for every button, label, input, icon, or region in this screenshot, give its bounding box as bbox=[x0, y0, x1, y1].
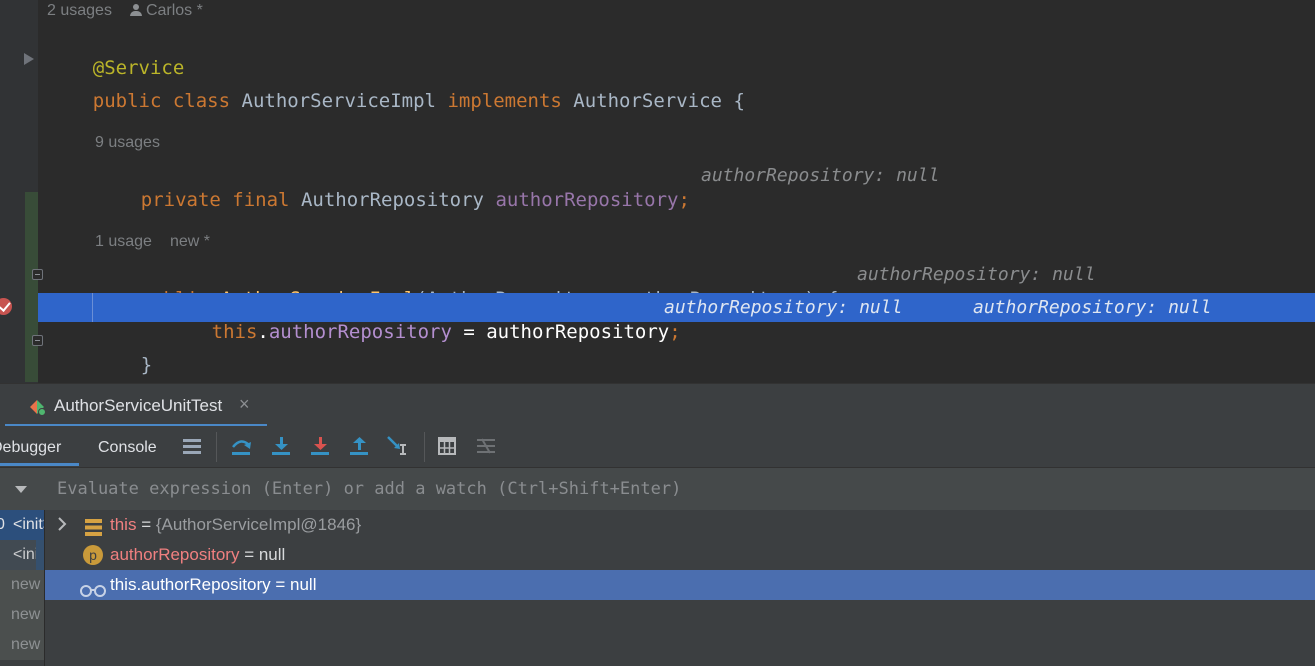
inline-debug-value: authorRepository: null bbox=[701, 165, 940, 186]
tab-console[interactable]: Console bbox=[98, 439, 157, 457]
variable-name: authorRepository bbox=[110, 545, 240, 564]
field-token: authorRepository bbox=[268, 321, 452, 343]
show-frames-icon[interactable] bbox=[180, 434, 204, 458]
changed-lines-marker bbox=[25, 192, 38, 382]
run-gutter-icon[interactable] bbox=[24, 53, 34, 65]
code-editor[interactable]: 2 usages Carlos * @Service public class A… bbox=[0, 0, 1315, 383]
code-line-assignment: this.authorRepository = authorRepository… bbox=[143, 296, 681, 368]
editor-gutter[interactable] bbox=[0, 0, 43, 383]
frame-label: new bbox=[11, 636, 41, 653]
step-into-icon[interactable] bbox=[269, 434, 293, 458]
frame-label: new bbox=[11, 576, 41, 593]
parameter-icon: p bbox=[83, 545, 103, 565]
keyword-implements: implements bbox=[447, 90, 562, 112]
frame-label: <init> bbox=[13, 516, 44, 533]
expand-chevron-icon[interactable] bbox=[57, 510, 67, 540]
keyword-this: this bbox=[211, 321, 258, 343]
frame-index: 0 bbox=[0, 510, 5, 540]
close-tab-icon[interactable]: × bbox=[239, 394, 250, 415]
semicolon-token: ; bbox=[678, 189, 690, 211]
variable-equals: = bbox=[136, 515, 156, 534]
user-icon bbox=[129, 4, 142, 16]
tab-debugger[interactable]: Debugger bbox=[0, 439, 61, 457]
usages-hint-text[interactable]: 9 usages bbox=[95, 134, 160, 151]
class-name-token: AuthorServiceImpl bbox=[241, 90, 436, 112]
variable-row[interactable]: this = {AuthorServiceImpl@1846} bbox=[45, 510, 1315, 540]
variables-tree[interactable]: this = {AuthorServiceImpl@1846} p author… bbox=[45, 510, 1315, 666]
inline-debug-value: authorRepository: null bbox=[857, 264, 1096, 285]
keyword-class: class bbox=[172, 90, 231, 112]
semicolon-token: ; bbox=[669, 321, 681, 343]
run-tab-bar: AuthorServiceUnitTest × bbox=[0, 383, 1315, 427]
keyword-public: public bbox=[92, 90, 162, 112]
interface-name-token: AuthorService bbox=[573, 90, 722, 112]
author-hint-text[interactable]: Carlos * bbox=[146, 2, 203, 19]
watch-expression-bar bbox=[0, 468, 1315, 511]
toolbar-separator bbox=[216, 432, 217, 462]
type-token: AuthorRepository bbox=[300, 189, 484, 211]
run-tab-label: AuthorServiceUnitTest bbox=[54, 396, 223, 415]
frame-item[interactable]: new bbox=[0, 630, 44, 660]
expand-dropdown-icon[interactable] bbox=[15, 486, 27, 493]
breakpoint-icon[interactable] bbox=[0, 298, 12, 315]
frame-item[interactable]: new bbox=[0, 570, 44, 600]
code-line-field: private final AuthorRepository authorRep… bbox=[95, 164, 690, 236]
force-step-into-icon[interactable] bbox=[308, 434, 332, 458]
run-to-cursor-icon[interactable] bbox=[386, 434, 410, 458]
inline-debug-value: authorRepository: null bbox=[664, 297, 903, 318]
watch-row[interactable]: this.authorRepository = null bbox=[45, 570, 1315, 600]
usages-hint-text[interactable]: 2 usages bbox=[47, 2, 112, 19]
frames-list[interactable]: 0 <init> <init> new new new bbox=[0, 510, 45, 666]
usages-hint-text[interactable]: 1 usage bbox=[95, 233, 152, 250]
frame-item[interactable]: new bbox=[0, 600, 44, 630]
step-out-icon[interactable] bbox=[347, 434, 371, 458]
execution-point-highlight: this.authorRepository = authorRepository… bbox=[38, 293, 1315, 343]
step-over-icon[interactable] bbox=[229, 434, 253, 458]
variable-equals: = bbox=[239, 545, 259, 564]
frame-scroll-indicator bbox=[36, 540, 44, 570]
junit-test-icon bbox=[30, 400, 46, 416]
frame-item[interactable]: <init> bbox=[0, 540, 44, 570]
keyword-private: private bbox=[140, 189, 221, 211]
variable-value: null bbox=[258, 545, 286, 564]
debug-tool-window: AuthorServiceUnitTest × Debugger Console bbox=[0, 383, 1315, 666]
fold-marker-icon[interactable] bbox=[32, 269, 43, 280]
usages-hint[interactable]: 9 usages bbox=[95, 134, 160, 152]
author-hint-text[interactable]: new * bbox=[170, 233, 210, 250]
usages-hint[interactable]: 2 usages Carlos * bbox=[47, 2, 203, 20]
dot-token: . bbox=[257, 321, 269, 343]
variable-value: {AuthorServiceImpl@1846} bbox=[155, 515, 362, 534]
brace-token: } bbox=[140, 354, 153, 376]
fold-marker-icon[interactable] bbox=[32, 335, 43, 346]
watch-expression: this.authorRepository bbox=[110, 575, 271, 594]
rhs-token: = authorRepository bbox=[451, 321, 670, 343]
code-line-close-brace: } bbox=[95, 329, 152, 383]
frame-label: new bbox=[11, 606, 41, 623]
inline-debug-value: authorRepository: null bbox=[973, 297, 1212, 318]
trace-stream-icon[interactable] bbox=[474, 434, 498, 458]
keyword-final: final bbox=[232, 189, 290, 211]
toolbar-separator bbox=[424, 432, 425, 462]
frame-item[interactable]: 0 <init> bbox=[0, 510, 44, 540]
evaluate-expression-input[interactable] bbox=[46, 468, 1306, 510]
active-tab-underline bbox=[0, 463, 79, 466]
usages-hint[interactable]: 1 usage new * bbox=[95, 233, 210, 251]
variable-row[interactable]: p authorRepository = null bbox=[45, 540, 1315, 570]
variable-equals: = bbox=[270, 575, 291, 594]
evaluate-expression-icon[interactable] bbox=[435, 434, 459, 458]
field-token: authorRepository bbox=[495, 189, 679, 211]
variable-value: null bbox=[290, 575, 317, 594]
watch-glasses-icon bbox=[80, 578, 106, 608]
variable-name: this bbox=[110, 515, 137, 534]
brace-token: { bbox=[733, 90, 745, 112]
run-config-tab[interactable]: AuthorServiceUnitTest × bbox=[5, 384, 267, 427]
indent-guide bbox=[92, 293, 93, 322]
debugger-toolbar: Debugger Console bbox=[0, 426, 1315, 468]
code-line-class-declaration: public class AuthorServiceImpl implement… bbox=[47, 65, 745, 137]
